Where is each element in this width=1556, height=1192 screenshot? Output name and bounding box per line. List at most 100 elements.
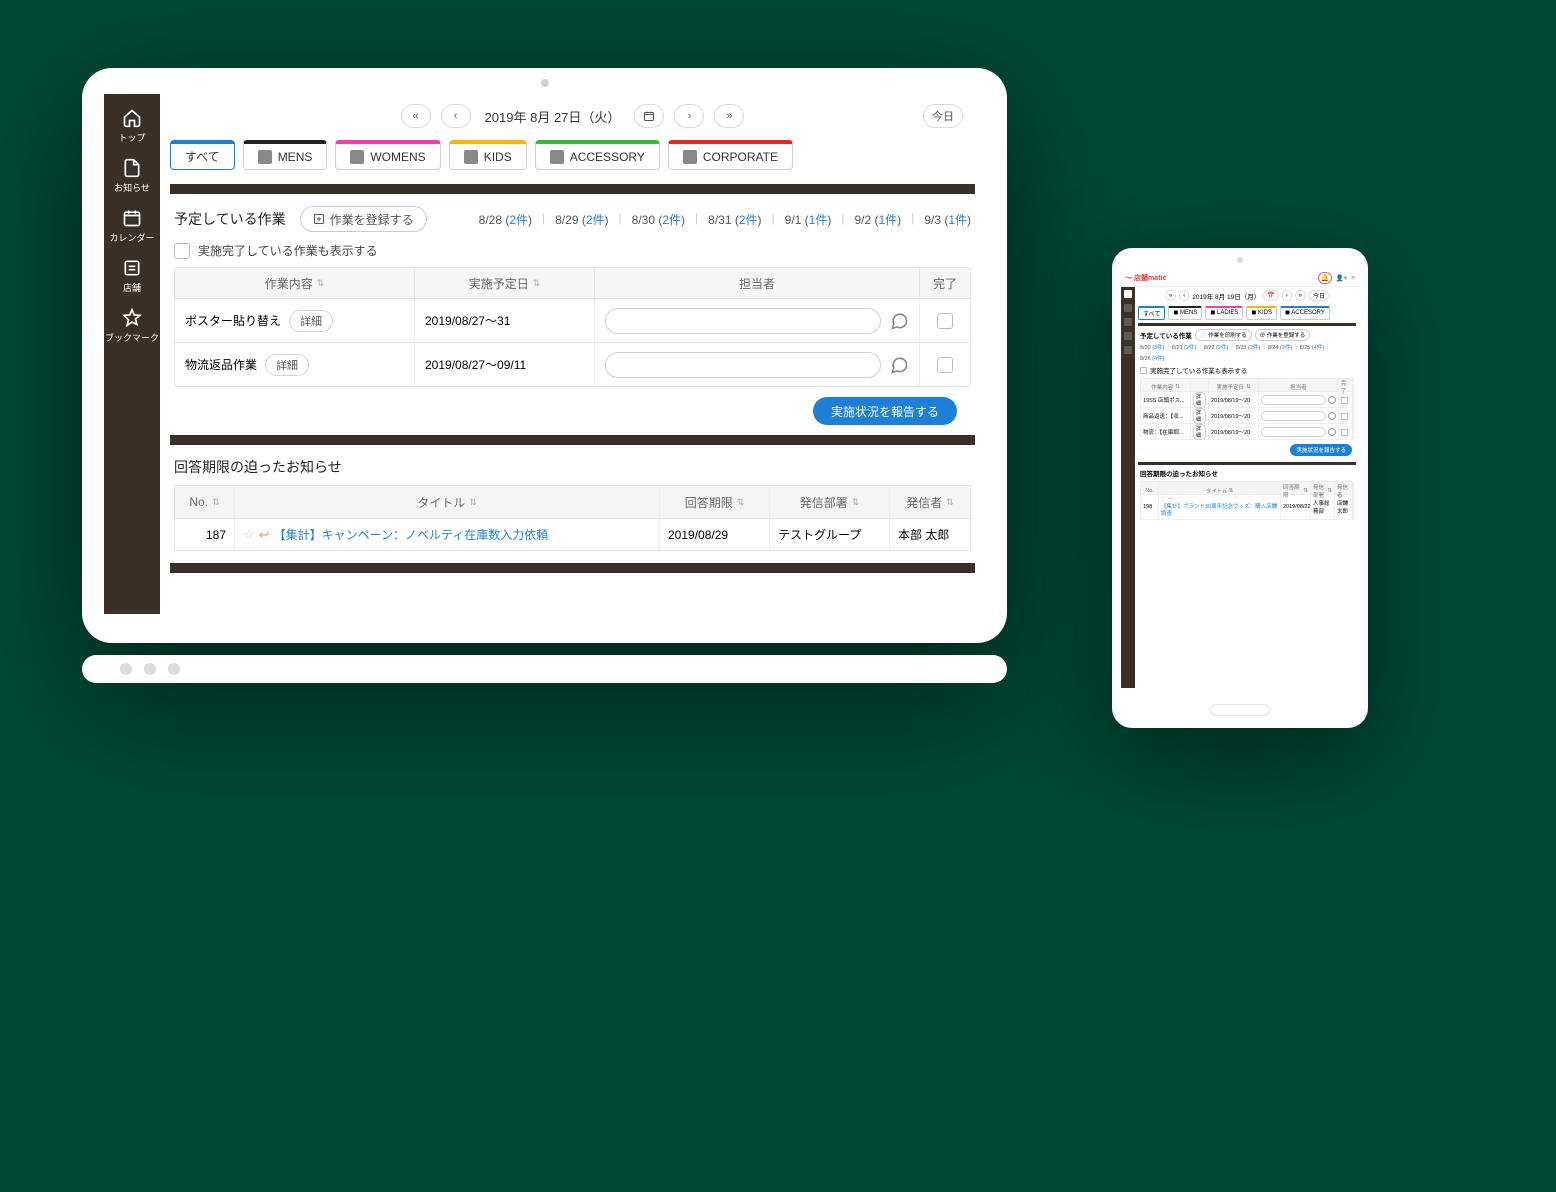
category-tab[interactable]: ACCESSORY [535,140,660,170]
sort-icon[interactable]: ⇅ [212,497,220,508]
category-label: KIDS [484,150,512,164]
detail-button[interactable]: 詳細 [289,310,333,332]
date-count-link[interactable]: 8/28 (2件) [479,211,532,228]
nav-last-button[interactable]: » [1295,290,1306,301]
home-button[interactable] [1210,704,1270,716]
nav-first-button[interactable]: « [401,104,431,128]
reply-icon[interactable]: ↩ [259,527,270,543]
assignee-input[interactable] [605,308,881,334]
category-tab[interactable]: KIDS [449,140,527,170]
sidebar-item-news[interactable]: お知らせ [104,150,160,200]
task-row: ポスター貼り替え詳細2019/08/27〜31 [175,298,970,342]
menu-icon[interactable]: ≡ [1351,275,1355,282]
sidebar-item-calendar[interactable]: カレンダー [104,200,160,250]
calendar-picker-button[interactable] [634,104,664,128]
today-button[interactable]: 今日 [923,104,963,128]
date-count-link[interactable]: 8/22 (2件) [1204,343,1228,351]
done-checkbox[interactable] [1341,413,1348,420]
nav-last-button[interactable]: » [714,104,744,128]
assignee-input[interactable] [1261,411,1326,421]
date-count-link[interactable]: 8/26 (4件) [1140,354,1164,362]
sidebar-item-store[interactable]: 店舗 [104,250,160,300]
task-title: 物流返品作業 [185,356,257,373]
user-icon[interactable]: 👤▾ [1336,274,1347,282]
nav-prev-button[interactable]: ‹ [441,104,471,128]
tasks-title: 予定している作業 [1140,330,1192,340]
notice-title-link[interactable]: 【集計】ブランド30周年記念グッズ：購入店舗調査 [1161,504,1278,518]
done-checkbox[interactable] [1341,397,1348,404]
date-count-link[interactable]: 8/29 (2件) [555,211,608,228]
show-completed-toggle[interactable]: 実施完了している作業も表示する [1140,365,1354,375]
detail-button[interactable]: 詳細 [1193,424,1206,440]
star-icon[interactable]: ☆ [243,527,255,543]
category-tab[interactable]: すべて [1138,306,1165,320]
sort-icon[interactable]: ⇅ [469,497,477,508]
date-count-link[interactable]: 8/25 (4件) [1300,343,1324,351]
date-count-link[interactable]: 8/20 (3件) [1140,343,1164,351]
category-tab[interactable]: CORPORATE [668,140,793,170]
category-tab[interactable]: ◼ LADIES [1205,306,1243,320]
star-icon[interactable]: ☆ [1161,496,1166,503]
report-status-button[interactable]: 実施状況を報告する [813,397,957,425]
date-count-link[interactable]: 9/1 (1件) [785,211,832,228]
nav-next-button[interactable]: › [674,104,704,128]
sidebar-item[interactable] [1124,304,1132,312]
category-tab[interactable]: ◼ KIDS [1246,306,1277,320]
sort-icon[interactable]: ⇅ [946,497,954,508]
chat-icon[interactable] [1328,428,1336,436]
sidebar-item[interactable] [1124,346,1132,354]
category-label: WOMENS [370,150,425,164]
assignee-input[interactable] [1261,427,1326,437]
sidebar-item[interactable] [1124,332,1132,340]
done-checkbox[interactable] [937,313,953,329]
today-button[interactable]: 今日 [1309,290,1329,301]
detail-button[interactable]: 詳細 [265,354,309,376]
category-label: MENS [278,150,313,164]
notices-title: 回答期限の迫ったお知らせ [174,457,971,477]
detail-button[interactable]: 詳細 [1193,392,1206,408]
bell-icon[interactable]: 🔔 [1318,272,1332,284]
sort-icon[interactable]: ⇅ [533,278,541,289]
sidebar-item-bookmark[interactable]: ブックマーク [104,300,160,350]
category-tab[interactable]: ◼ MENS [1168,306,1202,320]
date-count-link[interactable]: 8/23 (2件) [1236,343,1260,351]
sidebar-item[interactable] [1124,290,1132,298]
sort-icon[interactable]: ⇅ [317,278,325,289]
date-count-link[interactable]: 8/21 (2件) [1172,343,1196,351]
reply-icon[interactable]: ↩ [1168,496,1173,503]
category-tab[interactable]: WOMENS [335,140,440,170]
sidebar-item-top[interactable]: トップ [104,100,160,150]
done-checkbox[interactable] [1341,429,1348,436]
chat-icon[interactable] [1328,396,1336,404]
report-status-button[interactable]: 実施状況を報告する [1290,444,1352,456]
sort-icon[interactable]: ⇅ [852,497,860,508]
print-tasks-button[interactable]: 📄 作業を印刷する [1195,329,1252,341]
category-tab[interactable]: MENS [243,140,328,170]
register-task-button[interactable]: ⊕ 作業を登録する [1255,329,1311,341]
notice-title-link[interactable]: 【集計】キャンペーン：ノベルティ在庫数入力依頼 [274,526,549,543]
nav-prev-button[interactable]: ‹ [1179,290,1189,301]
task-date: 2019/08/19〜20 [1209,392,1259,408]
chat-icon[interactable] [889,355,909,375]
calendar-picker-button[interactable]: 📅 [1263,290,1278,301]
done-checkbox[interactable] [937,357,953,373]
sidebar-item-label: 店舗 [123,281,141,294]
category-tab[interactable]: ◼ ACCESORY [1280,306,1330,320]
date-count-link[interactable]: 8/24 (2件) [1268,343,1292,351]
category-tab[interactable]: すべて [170,140,235,170]
show-completed-toggle[interactable]: 実施完了している作業も表示する [174,242,971,259]
date-count-link[interactable]: 9/3 (1件) [924,211,971,228]
date-count-link[interactable]: 8/31 (2件) [708,211,761,228]
assignee-input[interactable] [605,352,881,378]
assignee-input[interactable] [1261,395,1326,405]
nav-first-button[interactable]: « [1165,290,1176,301]
nav-next-button[interactable]: › [1282,290,1292,301]
date-count-link[interactable]: 8/30 (2件) [632,211,685,228]
sort-icon[interactable]: ⇅ [737,497,745,508]
date-count-link[interactable]: 9/2 (1件) [854,211,901,228]
chat-icon[interactable] [889,311,909,331]
register-task-button[interactable]: 作業を登録する [300,206,427,232]
chat-icon[interactable] [1328,412,1336,420]
detail-button[interactable]: 詳細 [1193,408,1206,424]
sidebar-item[interactable] [1124,318,1132,326]
